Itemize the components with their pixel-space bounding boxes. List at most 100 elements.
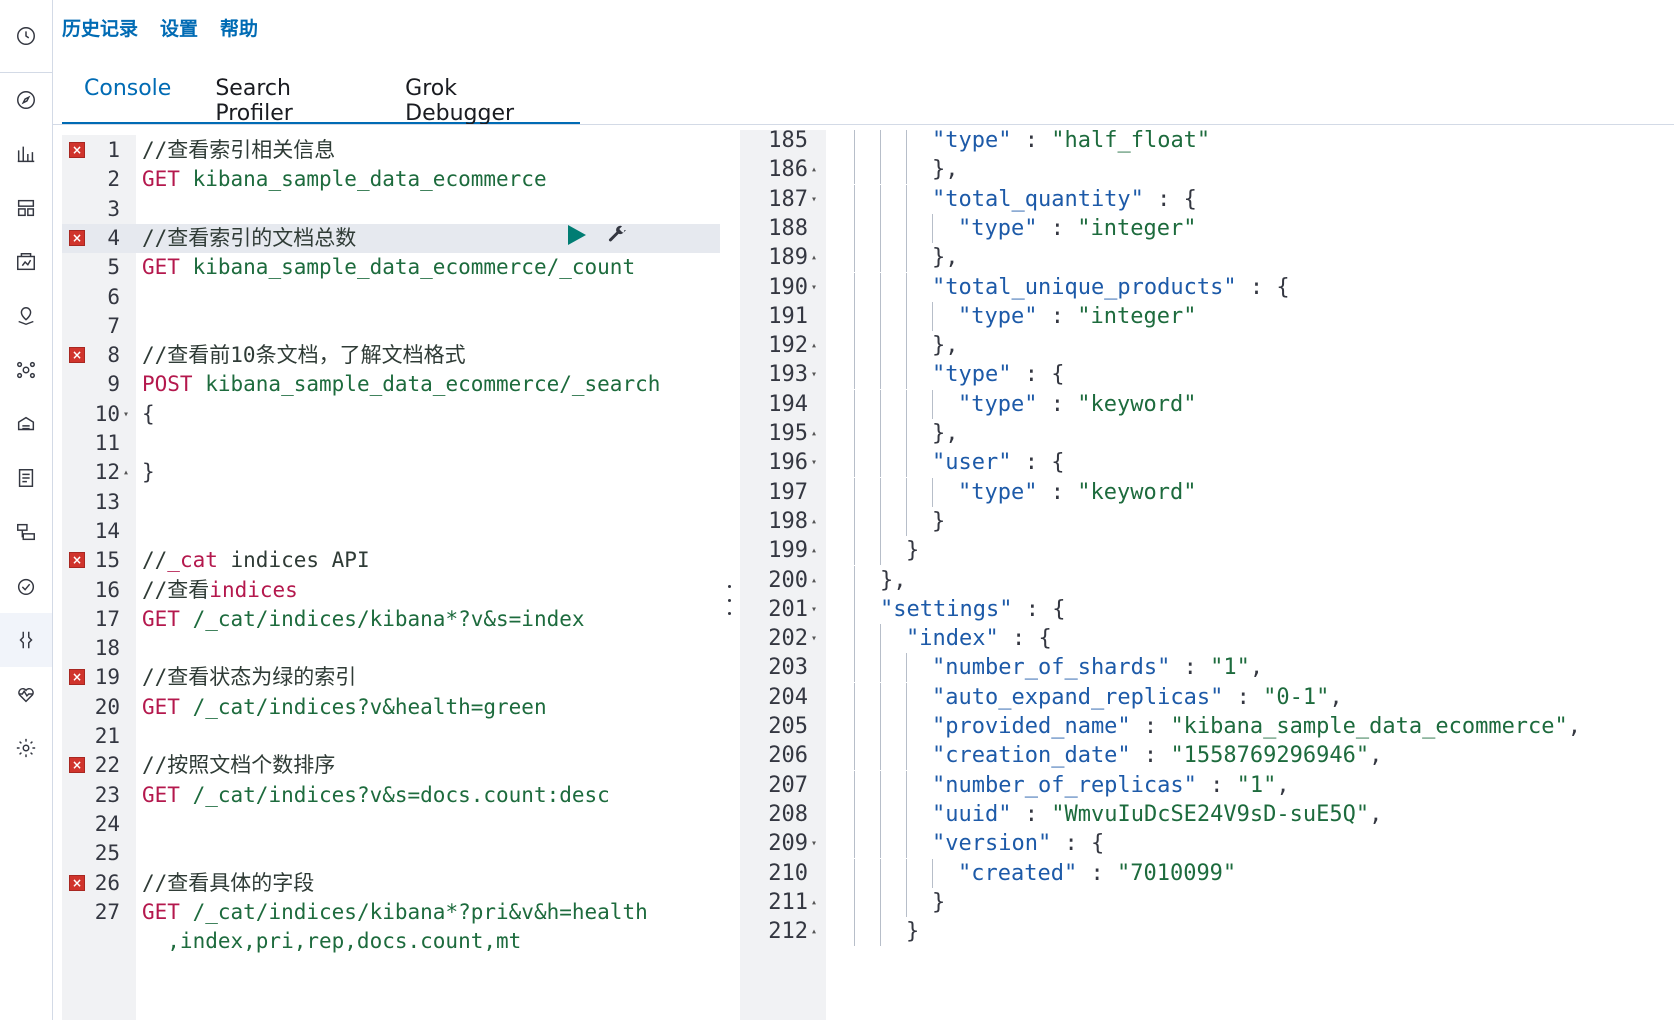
tab-console[interactable]: Console (62, 66, 193, 122)
code-text: //_cat indices API (142, 548, 370, 573)
output-line: 189 ▴}, (740, 243, 1674, 273)
output-line: 192 ▴}, (740, 331, 1674, 361)
editor-line[interactable]: 9 POST kibana_sample_data_ecommerce/_sear… (62, 370, 720, 399)
sidebar-item-apm[interactable] (0, 505, 52, 559)
sidebar-item-compass[interactable] (0, 73, 52, 127)
fold-toggle-icon[interactable]: ▴ (811, 536, 817, 565)
output-line: 200 ▴}, (740, 565, 1674, 595)
editor-line[interactable]: × 15//_cat indices API (62, 546, 720, 575)
fold-toggle-icon[interactable]: ▾ (811, 185, 817, 214)
indent-guide (854, 213, 855, 243)
editor-line[interactable]: 12 ▴} (62, 458, 720, 487)
line-number: 17 (94, 606, 120, 631)
sidebar-item-monitoring[interactable] (0, 667, 52, 721)
fold-toggle-icon[interactable]: ▾ (123, 400, 129, 429)
panel-resizer[interactable] (724, 585, 734, 615)
dashboard-icon (17, 199, 35, 217)
indent-guide (880, 419, 881, 448)
editor-line[interactable]: 11 (62, 429, 720, 458)
sidebar-item-dashboard[interactable] (0, 181, 52, 235)
management-gear-icon (16, 738, 36, 758)
sidebar-item-logs[interactable] (0, 451, 52, 505)
editor-line[interactable]: 16 //查看indices (62, 576, 720, 605)
editor-line[interactable]: 23 GET /_cat/indices?v&s=docs.count:desc (62, 781, 720, 810)
editor-line[interactable]: ,index,pri,rep,docs.count,mt (62, 927, 720, 956)
indent-guide (854, 155, 855, 185)
editor-line[interactable]: 24 (62, 810, 720, 839)
fold-toggle-icon[interactable]: ▴ (811, 419, 817, 448)
editor-line[interactable]: 10 ▾ { (62, 400, 720, 429)
fold-toggle-icon[interactable]: ▾ (811, 624, 817, 653)
fold-toggle-icon[interactable]: ▴ (811, 155, 817, 184)
editor-line[interactable]: × 8//查看前10条文档，了解文档格式 (62, 341, 720, 370)
history-link[interactable]: 历史记录 (62, 14, 138, 41)
editor-line[interactable]: 17 GET /_cat/indices/kibana*?v&s=index (62, 605, 720, 634)
fold-toggle-icon[interactable]: ▴ (811, 507, 817, 536)
tab-search-profiler[interactable]: Search Profiler (193, 66, 383, 126)
editor-line[interactable]: 21 (62, 722, 720, 751)
editor-line[interactable]: 2 GET kibana_sample_data_ecommerce (62, 165, 720, 194)
output-line: 191 "type" : "integer" (740, 301, 1674, 331)
fold-toggle-icon[interactable]: ▾ (811, 273, 817, 302)
indent-guide (906, 130, 907, 155)
sidebar-item-canvas[interactable] (0, 235, 52, 289)
indent-guide (906, 712, 907, 741)
editor-line[interactable]: 13 (62, 488, 720, 517)
indent-guide (880, 829, 881, 859)
editor-line[interactable]: 7 (62, 312, 720, 341)
logs-icon (18, 469, 34, 487)
sidebar-item-infrastructure[interactable] (0, 397, 52, 451)
fold-toggle-icon[interactable]: ▾ (811, 360, 817, 389)
line-number: 10 (94, 401, 120, 426)
recent-button[interactable] (0, 0, 52, 73)
fold-toggle-icon[interactable]: ▾ (811, 829, 817, 858)
editor-line[interactable]: 6 (62, 283, 720, 312)
editor-line[interactable]: 3 (62, 195, 720, 224)
editor-line[interactable]: × 22//按照文档个数排序 (62, 751, 720, 780)
tab-grok-debugger[interactable]: Grok Debugger (383, 66, 580, 126)
editor-line[interactable]: × 26//查看具体的字段 (62, 869, 720, 898)
fold-toggle-icon[interactable]: ▾ (811, 595, 817, 624)
side-nav (0, 0, 53, 1020)
sidebar-item-ml[interactable] (0, 343, 52, 397)
sidebar-item-maps[interactable] (0, 289, 52, 343)
fold-toggle-icon[interactable]: ▴ (811, 888, 817, 917)
indent-guide (906, 653, 907, 683)
response-output[interactable]: 185 "type" : "half_float" 186 ▴}, 187 ▾ "total… (740, 130, 1674, 1020)
json-text: }, (932, 421, 959, 446)
editor-line[interactable]: 25 (62, 839, 720, 868)
help-link[interactable]: 帮助 (220, 14, 258, 41)
fold-toggle-icon[interactable]: ▴ (811, 331, 817, 360)
json-text: "total_unique_products" : { (932, 274, 1290, 300)
fold-toggle-icon[interactable]: ▴ (811, 566, 817, 595)
sidebar-item-visualize[interactable] (0, 127, 52, 181)
console-menu: 历史记录 设置 帮助 (62, 14, 258, 41)
editor-line[interactable]: 27 GET /_cat/indices/kibana*?pri&v&h=heal… (62, 898, 720, 927)
settings-link[interactable]: 设置 (160, 14, 198, 41)
sidebar-item-management-gear[interactable] (0, 721, 52, 775)
sidebar-item-dev-tools[interactable] (0, 613, 52, 667)
line-number: 195 (768, 421, 808, 446)
indent-guide (906, 682, 907, 712)
indent-guide (880, 741, 881, 771)
fold-toggle-icon[interactable]: ▾ (811, 448, 817, 477)
fold-toggle-icon[interactable]: ▴ (123, 458, 129, 487)
editor-line[interactable]: 5 GET kibana_sample_data_ecommerce/_count (62, 253, 720, 282)
editor-line[interactable]: 18 (62, 634, 720, 663)
send-request-button[interactable] (568, 225, 586, 245)
line-number: 206 (768, 743, 808, 769)
fold-toggle-icon[interactable]: ▴ (811, 917, 817, 946)
editor-line[interactable]: 20 GET /_cat/indices?v&health=green (62, 693, 720, 722)
json-text: } (932, 889, 946, 915)
wrench-icon[interactable] (606, 224, 628, 246)
editor-line[interactable]: 14 (62, 517, 720, 546)
request-editor[interactable]: × 1//查看索引相关信息 2 GET kibana_sample_data_ecom… (62, 135, 720, 1020)
line-number: 210 (768, 860, 808, 886)
editor-line[interactable]: × 1//查看索引相关信息 (62, 136, 720, 165)
output-line: 190 ▾ "total_unique_products" : { (740, 272, 1674, 302)
indent-guide (906, 272, 907, 302)
line-number: 194 (768, 391, 808, 417)
fold-toggle-icon[interactable]: ▴ (811, 243, 817, 272)
sidebar-item-uptime[interactable] (0, 559, 52, 613)
editor-line[interactable]: × 19//查看状态为绿的索引 (62, 663, 720, 692)
